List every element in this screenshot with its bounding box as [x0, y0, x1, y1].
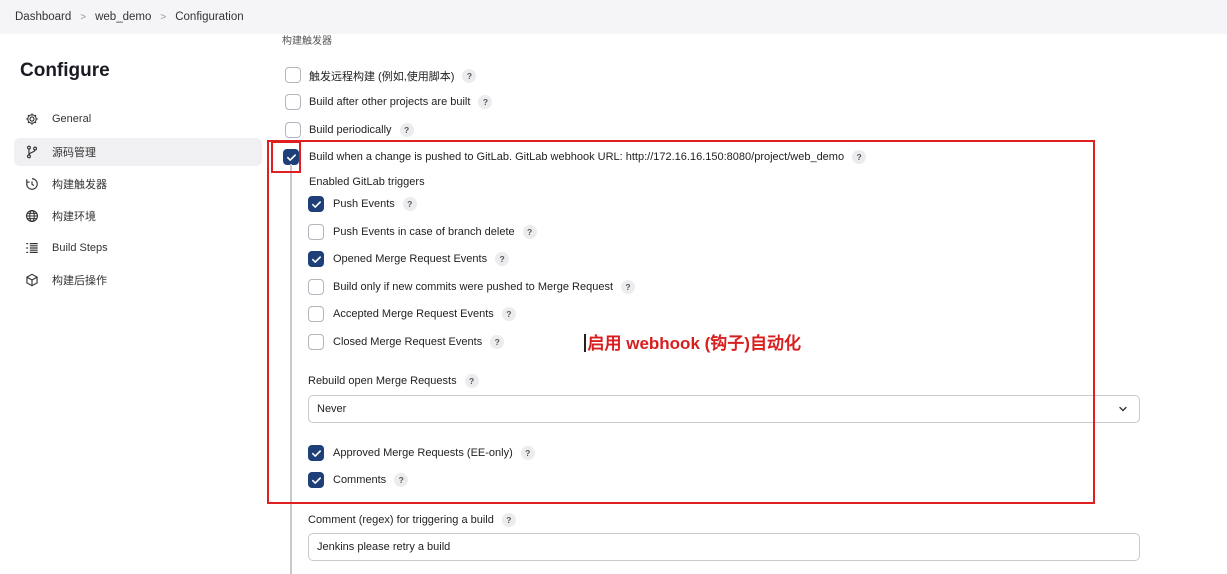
clock-icon	[24, 176, 40, 192]
trigger-periodic-checkbox[interactable]	[285, 122, 301, 138]
trigger-periodic-label: Build periodically ?	[309, 123, 414, 137]
breadcrumb-dashboard[interactable]: Dashboard	[15, 11, 71, 23]
breadcrumb: Dashboard > web_demo > Configuration	[0, 0, 1227, 34]
help-icon[interactable]: ?	[399, 123, 414, 137]
globe-icon	[24, 208, 40, 224]
list-icon	[24, 240, 40, 256]
help-icon[interactable]: ?	[478, 95, 493, 109]
trigger-after-projects-label: Build after other projects are built ?	[309, 95, 493, 109]
highlight-box	[267, 140, 1095, 504]
help-icon[interactable]: ?	[462, 69, 477, 83]
branch-icon	[24, 144, 40, 160]
sidebar-item-source[interactable]: 源码管理	[14, 138, 262, 166]
trigger-remote-checkbox[interactable]	[285, 67, 301, 83]
sidebar-item-label: 构建环境	[52, 211, 96, 223]
sidebar-item-label: 构建触发器	[52, 179, 107, 191]
breadcrumb-separator-icon: >	[160, 11, 167, 23]
sidebar-item-label: 源码管理	[52, 147, 96, 159]
comment-regex-label: Comment (regex) for triggering a build ?	[308, 513, 516, 527]
gear-icon	[24, 111, 40, 127]
chevron-down-icon	[1119, 406, 1127, 412]
sidebar: Configure General 源码管理 构建触发器 构建环境 Build …	[0, 34, 262, 574]
cube-icon	[24, 272, 40, 288]
trigger-after-projects-checkbox[interactable]	[285, 94, 301, 110]
trigger-remote-label: 触发远程构建 (例如,使用脚本) ?	[309, 68, 477, 84]
sidebar-item-label: General	[52, 113, 92, 125]
help-icon[interactable]: ?	[501, 513, 516, 527]
breadcrumb-configuration[interactable]: Configuration	[175, 11, 243, 23]
sidebar-item-triggers[interactable]: 构建触发器	[14, 170, 262, 198]
section-heading: 构建触发器	[282, 36, 332, 47]
main-content: 构建触发器 触发远程构建 (例如,使用脚本) ? Build after oth…	[262, 34, 1227, 574]
highlight-checkbox-box	[271, 141, 301, 173]
page-title: Configure	[20, 60, 110, 81]
breadcrumb-separator-icon: >	[80, 11, 87, 23]
sidebar-item-label: Build Steps	[52, 242, 108, 254]
sidebar-item-environment[interactable]: 构建环境	[14, 202, 262, 230]
comment-regex-input[interactable]: Jenkins please retry a build	[308, 533, 1140, 561]
sidebar-item-general[interactable]: General	[14, 105, 262, 133]
sidebar-item-label: 构建后操作	[52, 275, 107, 287]
sidebar-item-build-steps[interactable]: Build Steps	[14, 234, 262, 262]
breadcrumb-project[interactable]: web_demo	[95, 11, 151, 23]
sidebar-item-post-build[interactable]: 构建后操作	[14, 266, 262, 294]
